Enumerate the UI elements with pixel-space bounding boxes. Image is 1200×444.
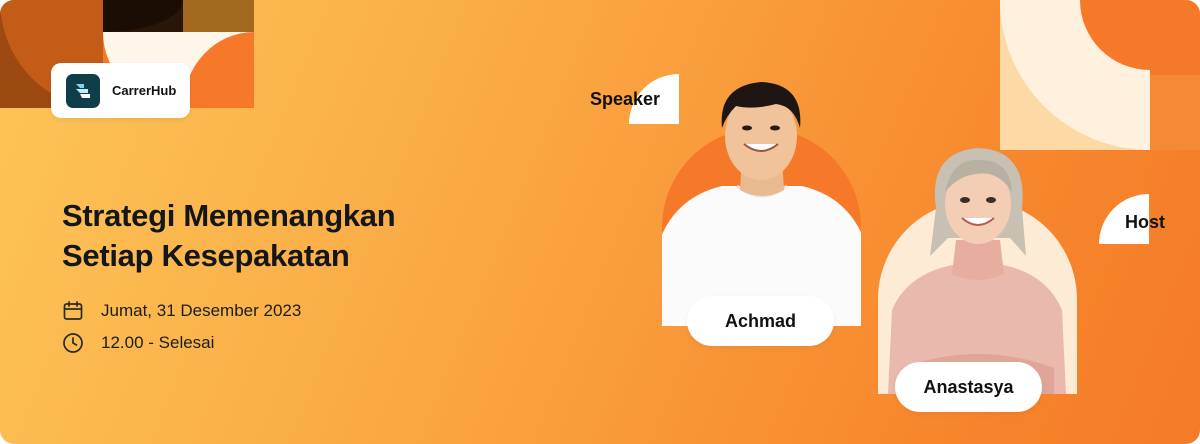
- event-title-line-1: Strategi Memenangkan: [62, 198, 396, 233]
- host-role-label: Host: [1125, 212, 1165, 232]
- event-date-row: Jumat, 31 Desember 2023: [61, 299, 301, 323]
- event-date: Jumat, 31 Desember 2023: [101, 301, 302, 320]
- event-time: 12.00 - Selesai: [101, 333, 215, 352]
- brand-name: CarrerHub: [112, 83, 177, 98]
- calendar-icon: [63, 301, 83, 320]
- event-time-row: 12.00 - Selesai: [61, 331, 214, 355]
- event-title: Strategi Memenangkan Setiap Kesepakatan: [62, 196, 396, 276]
- carrerhub-logo-icon: [66, 73, 100, 108]
- speaker-head: [721, 82, 801, 180]
- event-title-line-2: Setiap Kesepakatan: [62, 238, 350, 273]
- clock-icon: [63, 333, 83, 353]
- event-banner: CarrerHub Strategi Memenangkan Setiap Ke…: [0, 0, 1200, 444]
- speaker-role-label: Speaker: [590, 89, 661, 109]
- host-head: [930, 148, 1026, 256]
- brand-logo-card: CarrerHub: [51, 63, 190, 118]
- speaker-name-pill: Achmad: [687, 296, 834, 346]
- host-name-pill: Anastasya: [895, 362, 1042, 412]
- decorative-shapes-top-right: [1000, 0, 1200, 150]
